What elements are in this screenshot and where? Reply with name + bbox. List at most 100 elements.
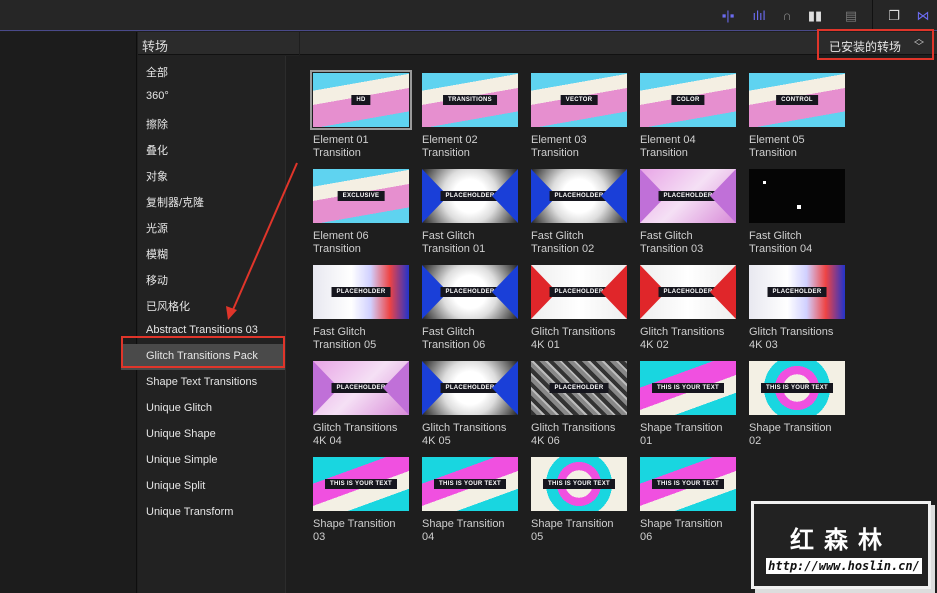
sidebar-item[interactable]: Unique Shape [138, 422, 285, 448]
chevron-updown-icon: ︿ ﹀ [914, 34, 924, 53]
sidebar-item[interactable]: 已风格化 [138, 292, 285, 318]
sidebar-item[interactable]: 全部 [138, 58, 285, 84]
transition-item[interactable]: PLACEHOLDER Glitch Transitions 4K 04 [313, 361, 422, 457]
transition-caption: Shape Transition 01 [640, 422, 723, 447]
transition-thumbnail[interactable]: THIS IS YOUR TEXT [422, 457, 518, 511]
filter-label: 已安装的转场 [829, 40, 902, 54]
transition-caption: Shape Transition 02 [749, 422, 832, 447]
transition-item[interactable]: PLACEHOLDER Glitch Transitions 4K 02 [640, 265, 749, 361]
transition-item[interactable]: PLACEHOLDER Glitch Transitions 4K 03 [749, 265, 858, 361]
transition-thumbnail[interactable]: PLACEHOLDER [531, 169, 627, 223]
thumbnail-text: EXCLUSIVE [337, 191, 385, 201]
transition-thumbnail[interactable]: PLACEHOLDER [640, 265, 736, 319]
transition-thumbnail[interactable]: CONTROL [749, 73, 845, 127]
audio-video-split-icon[interactable]: ▪|▪ [719, 9, 737, 23]
transition-item[interactable]: THIS IS YOUR TEXT Shape Transition 05 [531, 457, 640, 553]
sidebar-item[interactable]: 擦除 [138, 110, 285, 136]
transition-caption: Shape Transition 05 [531, 518, 614, 543]
transition-caption: Element 06 Transition [313, 230, 369, 255]
watermark-url: http://www.hoslin.cn/ [766, 558, 922, 574]
transition-item[interactable]: TRANSITIONS Element 02 Transition [422, 73, 531, 169]
sidebar-header: 转场 [138, 32, 299, 55]
audio-waveform-icon[interactable]: ılıl [750, 9, 768, 23]
transition-thumbnail[interactable]: PLACEHOLDER [313, 361, 409, 415]
sidebar-item[interactable]: Unique Simple [138, 448, 285, 474]
thumbnail-text: PLACEHOLDER [440, 191, 500, 201]
transition-thumbnail[interactable]: THIS IS YOUR TEXT [313, 457, 409, 511]
sidebar-item[interactable]: 模糊 [138, 240, 285, 266]
transition-thumbnail[interactable]: PLACEHOLDER [313, 265, 409, 319]
thumbnail-text: THIS IS YOUR TEXT [652, 479, 724, 489]
transition-thumbnail[interactable]: PLACEHOLDER [422, 265, 518, 319]
headphones-icon[interactable]: ∩ [778, 9, 796, 23]
transition-thumbnail[interactable]: VECTOR [531, 73, 627, 127]
window-icon[interactable]: ❐ [885, 9, 903, 23]
transition-thumbnail[interactable] [749, 169, 845, 223]
transition-caption: Fast Glitch Transition 04 [749, 230, 813, 255]
sidebar-item[interactable]: Unique Transform [138, 500, 285, 526]
transition-item[interactable]: THIS IS YOUR TEXT Shape Transition 03 [313, 457, 422, 553]
transition-caption: Element 04 Transition [640, 134, 696, 159]
toolbar-divider [872, 0, 873, 31]
watermark: 红森林 http://www.hoslin.cn/ [751, 501, 931, 589]
transition-thumbnail[interactable]: PLACEHOLDER [531, 361, 627, 415]
transition-item[interactable]: PLACEHOLDER Fast Glitch Transition 06 [422, 265, 531, 361]
transition-caption: Fast Glitch Transition 06 [422, 326, 486, 351]
transition-item[interactable]: PLACEHOLDER Fast Glitch Transition 03 [640, 169, 749, 265]
transition-thumbnail[interactable]: PLACEHOLDER [531, 265, 627, 319]
transition-caption: Shape Transition 06 [640, 518, 723, 543]
transition-item[interactable]: PLACEHOLDER Glitch Transitions 4K 06 [531, 361, 640, 457]
transition-thumbnail[interactable]: COLOR [640, 73, 736, 127]
sidebar-item[interactable]: 对象 [138, 162, 285, 188]
transition-item[interactable]: PLACEHOLDER Fast Glitch Transition 02 [531, 169, 640, 265]
transition-thumbnail[interactable]: THIS IS YOUR TEXT [640, 361, 736, 415]
transition-item[interactable]: HD Element 01 Transition [310, 70, 422, 169]
transition-caption: Fast Glitch Transition 01 [422, 230, 486, 255]
sidebar-item[interactable]: 光源 [138, 214, 285, 240]
transition-caption: Element 03 Transition [531, 134, 587, 159]
transition-thumbnail[interactable]: PLACEHOLDER [422, 169, 518, 223]
thumbnail-text: PLACEHOLDER [440, 383, 500, 393]
sidebar-item[interactable]: 叠化 [138, 136, 285, 162]
transition-thumbnail[interactable]: PLACEHOLDER [640, 169, 736, 223]
transition-caption: Element 02 Transition [422, 134, 478, 159]
transition-item[interactable]: COLOR Element 04 Transition [640, 73, 749, 169]
transition-item[interactable]: THIS IS YOUR TEXT Shape Transition 02 [749, 361, 858, 457]
sidebar-item[interactable]: Unique Split [138, 474, 285, 500]
sidebar-item[interactable]: Unique Glitch [138, 396, 285, 422]
transition-item[interactable]: PLACEHOLDER Glitch Transitions 4K 01 [531, 265, 640, 361]
transition-caption: Shape Transition 03 [313, 518, 396, 543]
transition-thumbnail[interactable]: HD [310, 70, 412, 130]
sidebar-item[interactable]: Shape Text Transitions [138, 370, 285, 396]
transition-item[interactable]: VECTOR Element 03 Transition [531, 73, 640, 169]
transition-item[interactable]: EXCLUSIVE Element 06 Transition [313, 169, 422, 265]
transition-item[interactable]: THIS IS YOUR TEXT Shape Transition 04 [422, 457, 531, 553]
sidebar-item[interactable]: 移动 [138, 266, 285, 292]
transition-item[interactable]: CONTROL Element 05 Transition [749, 73, 858, 169]
transition-thumbnail[interactable]: THIS IS YOUR TEXT [749, 361, 845, 415]
transition-thumbnail[interactable]: THIS IS YOUR TEXT [531, 457, 627, 511]
sidebar-item[interactable]: 复制器/克隆 [138, 188, 285, 214]
video-clip-icon[interactable]: ▮▮ [806, 9, 824, 23]
transition-item[interactable]: THIS IS YOUR TEXT Shape Transition 06 [640, 457, 749, 553]
transition-item[interactable]: Fast Glitch Transition 04 [749, 169, 858, 265]
transition-item[interactable]: PLACEHOLDER Fast Glitch Transition 05 [313, 265, 422, 361]
sidebar-item[interactable]: 360° [138, 84, 285, 110]
thumbnail-text: THIS IS YOUR TEXT [325, 479, 397, 489]
transitions-browser-icon[interactable]: ⋈ [914, 9, 932, 23]
installed-transitions-dropdown[interactable]: 已安装的转场 ︿ ﹀ [817, 29, 934, 60]
transition-thumbnail[interactable]: THIS IS YOUR TEXT [640, 457, 736, 511]
sidebar-scrollbar[interactable] [285, 56, 299, 593]
thumbnail-text: PLACEHOLDER [767, 287, 827, 297]
transition-thumbnail[interactable]: EXCLUSIVE [313, 169, 409, 223]
transition-thumbnail[interactable]: TRANSITIONS [422, 73, 518, 127]
thumbnail-text: VECTOR [560, 95, 598, 105]
transition-item[interactable]: THIS IS YOUR TEXT Shape Transition 01 [640, 361, 749, 457]
transition-item[interactable]: PLACEHOLDER Fast Glitch Transition 01 [422, 169, 531, 265]
transition-thumbnail[interactable]: PLACEHOLDER [749, 265, 845, 319]
transition-caption: Glitch Transitions 4K 02 [640, 326, 725, 351]
transition-caption: Fast Glitch Transition 03 [640, 230, 704, 255]
transition-thumbnail[interactable]: PLACEHOLDER [422, 361, 518, 415]
filmstrip-icon[interactable]: ▤ [842, 9, 860, 23]
transition-item[interactable]: PLACEHOLDER Glitch Transitions 4K 05 [422, 361, 531, 457]
